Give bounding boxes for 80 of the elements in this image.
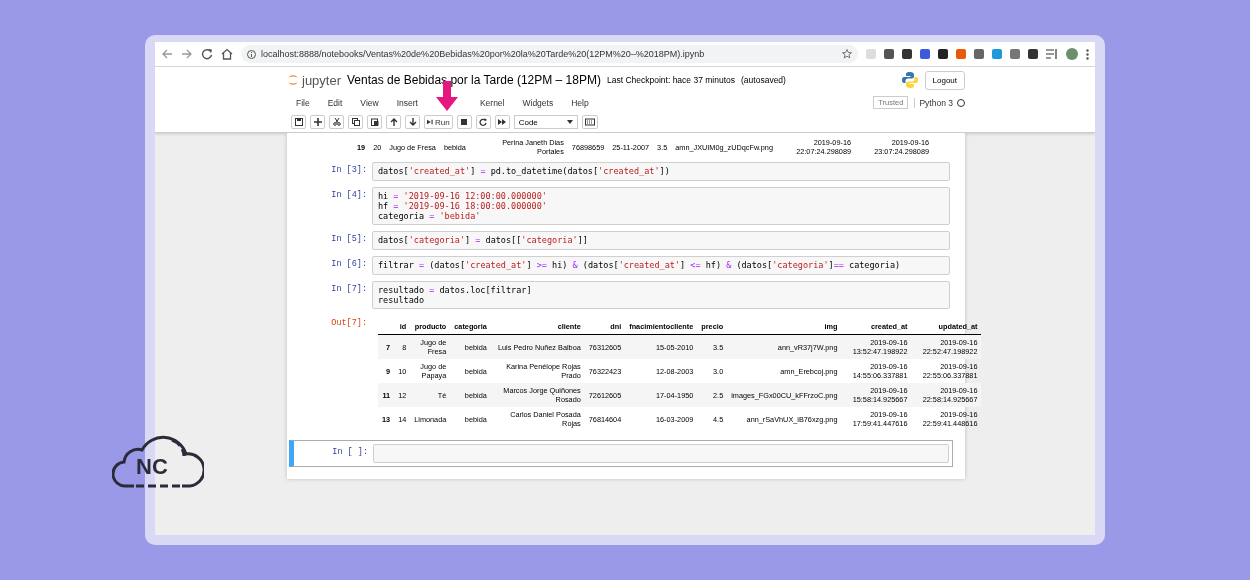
menu-item[interactable]: Edit bbox=[318, 97, 352, 108]
stop-button[interactable] bbox=[456, 115, 472, 129]
run-button[interactable]: Run bbox=[424, 115, 453, 129]
menu-item[interactable]: View bbox=[351, 97, 388, 108]
keyboard-icon bbox=[584, 118, 595, 126]
down-button[interactable] bbox=[405, 115, 420, 129]
star-icon[interactable] bbox=[842, 49, 852, 59]
menu-item[interactable]: Widgets bbox=[513, 97, 563, 108]
copy-button[interactable] bbox=[348, 115, 363, 129]
info-icon bbox=[247, 49, 256, 59]
home-icon[interactable] bbox=[221, 48, 233, 60]
reload-icon[interactable] bbox=[201, 48, 213, 60]
input-prompt: In [6]: bbox=[330, 258, 368, 271]
copy-icon bbox=[351, 118, 360, 126]
code-input[interactable]: resultado = datos.loc[filtrar] resultado bbox=[372, 281, 950, 309]
code-line: resultado bbox=[378, 295, 426, 305]
code-input[interactable] bbox=[373, 444, 949, 463]
reading-list-icon[interactable] bbox=[1046, 49, 1058, 59]
back-icon[interactable] bbox=[161, 48, 173, 60]
url-text: localhost:8888/notebooks/Ventas%20de%20Bebidas%20por%20la%20Tarde%20(12PM%20–%2018PM).ipynb bbox=[261, 49, 705, 59]
menu-item[interactable]: File bbox=[287, 97, 319, 108]
jupyter-logo-text[interactable]: jupyter bbox=[302, 72, 342, 88]
notebook-cell[interactable]: In [5]: datos['categoria'] = datos[['categoria']] bbox=[289, 228, 953, 253]
logout-button[interactable]: Logout bbox=[924, 70, 965, 90]
avatar-icon[interactable] bbox=[1066, 48, 1078, 60]
notebook-cell[interactable]: In [4]: hi = '2019-09-16 12:00:00.000000' hf = '2019-09-16 18:00:00.000000' categoria = 'bebida' bbox=[289, 184, 953, 228]
checkpoint-status: Last Checkpoint: hace 37 minutos bbox=[606, 75, 736, 85]
scissors-icon bbox=[332, 118, 341, 126]
code-line: filtrar = (datos['created_at'] >= hi) & (datos['created_at'] <= hf) & (datos['categoria']== categoria) bbox=[378, 260, 902, 270]
up-button[interactable] bbox=[386, 115, 401, 129]
up-arrow-icon bbox=[389, 118, 398, 126]
input-prompt: In [ ]: bbox=[331, 446, 369, 459]
menu-icon[interactable] bbox=[1086, 48, 1089, 60]
notebook-cell[interactable]: In [7]: resultado = datos.loc[filtrar] resultado bbox=[289, 278, 953, 312]
jupyter-logo-icon bbox=[287, 73, 299, 87]
restart-icon bbox=[479, 118, 488, 126]
input-prompt: In [4]: bbox=[330, 189, 368, 202]
input-prompt: In [5]: bbox=[330, 233, 368, 246]
code-line: datos['categoria'] = datos[['categoria']] bbox=[378, 235, 589, 245]
save-button[interactable] bbox=[291, 115, 306, 129]
code-input[interactable]: datos['created_at'] = pd.to_datetime(datos['created_at']) bbox=[372, 162, 950, 181]
code-line: categoria = 'bebida' bbox=[378, 211, 482, 221]
clipboard-icon bbox=[370, 118, 379, 126]
logo-text: NC bbox=[136, 454, 168, 480]
restart-button[interactable] bbox=[475, 115, 491, 129]
code-input[interactable]: filtrar = (datos['created_at'] >= hi) & (datos['created_at'] <= hf) & (datos['categoria']== categoria) bbox=[372, 256, 950, 275]
plus-icon bbox=[313, 118, 322, 126]
fastforward-button[interactable] bbox=[494, 115, 510, 129]
forward-icon[interactable] bbox=[181, 48, 193, 60]
autosave-status: (autosaved) bbox=[741, 75, 786, 85]
kernel-name[interactable]: Python 3 bbox=[914, 97, 953, 108]
input-prompt: In [3]: bbox=[330, 164, 368, 177]
step-forward-icon bbox=[427, 118, 433, 126]
paste-button[interactable] bbox=[367, 115, 382, 129]
notebook-cell[interactable]: In [3]: datos['created_at'] = pd.to_datetime(datos['created_at']) bbox=[289, 159, 953, 184]
keyboard-button[interactable] bbox=[581, 115, 598, 129]
menu-item[interactable]: Help bbox=[562, 97, 598, 108]
address-bar[interactable]: localhost:8888/notebooks/Ventas%20de%20Bebidas%20por%20la%20Tarde%20(12PM%20–%2018PM).ipynb bbox=[241, 45, 858, 63]
output-prompt: Out[7]: bbox=[330, 317, 368, 330]
fast-forward-icon bbox=[498, 118, 507, 126]
down-arrow-icon bbox=[408, 118, 417, 126]
python-logo-icon bbox=[900, 71, 919, 89]
code-line: resultado = datos.loc[filtrar] bbox=[378, 285, 533, 295]
notebook-cell[interactable]: In [6]: filtrar = (datos['created_at'] >= hi) & (datos['created_at'] <= hf) & (datos['categoria']== categoria) bbox=[289, 253, 953, 278]
cut-button[interactable] bbox=[329, 115, 344, 129]
menu-item[interactable]: Insert bbox=[387, 97, 427, 108]
code-input[interactable]: datos['categoria'] = datos[['categoria']] bbox=[372, 231, 950, 250]
notebook-title[interactable]: Ventas de Bebidas por la Tarde (12PM – 18PM) bbox=[347, 73, 601, 87]
code-line: hf = '2019-09-16 18:00:00.000000' bbox=[378, 201, 548, 211]
code-line: hi = '2019-09-16 12:00:00.000000' bbox=[378, 191, 548, 201]
code-input[interactable]: hi = '2019-09-16 12:00:00.000000' hf = '2019-09-16 18:00:00.000000' categoria = 'bebida' bbox=[372, 187, 950, 225]
cell-type-dropdown[interactable]: Code bbox=[513, 115, 578, 129]
plus-button[interactable] bbox=[310, 115, 325, 129]
stop-icon bbox=[460, 118, 469, 126]
code-line: datos['created_at'] = pd.to_datetime(datos['created_at']) bbox=[378, 166, 671, 176]
menu-item[interactable]: Kernel bbox=[470, 97, 514, 108]
notebook-cell[interactable]: In [ ]: bbox=[289, 440, 953, 467]
input-prompt: In [7]: bbox=[330, 283, 368, 296]
save-icon bbox=[294, 118, 303, 126]
caret-icon bbox=[566, 120, 573, 124]
